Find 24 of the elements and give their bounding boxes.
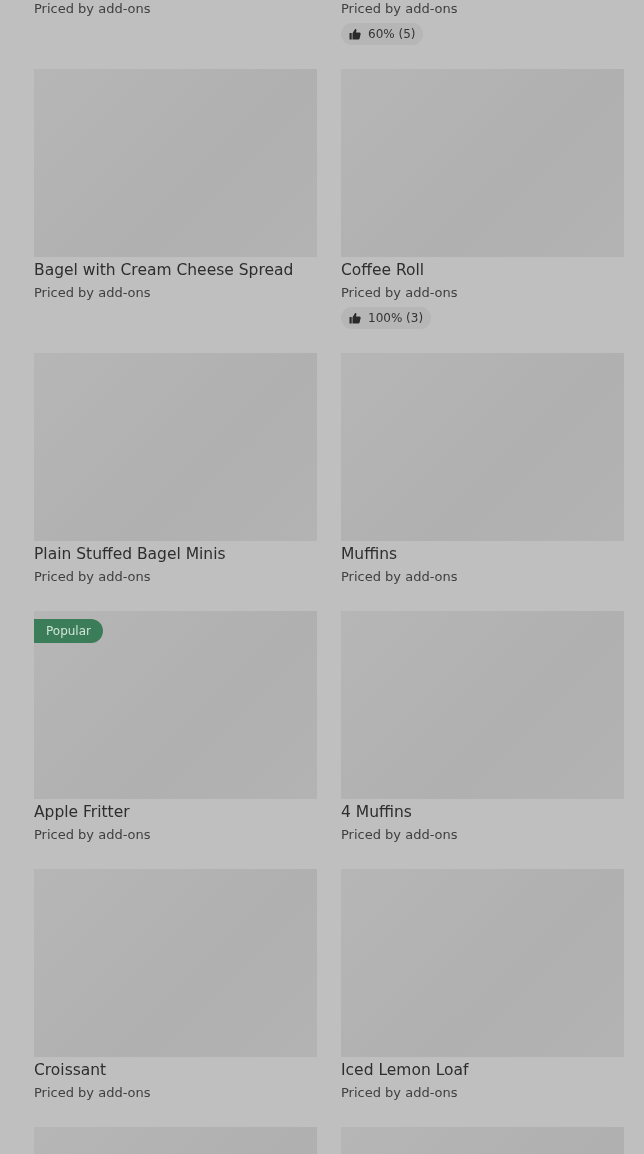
rating-chip: 60% (5) (341, 23, 424, 45)
image-placeholder[interactable]: Popular (34, 611, 317, 799)
item-name[interactable]: Coffee Roll (341, 259, 425, 281)
item-price: Priced by add-ons (34, 826, 151, 844)
item-name[interactable]: Muffins (341, 543, 398, 565)
item-name[interactable]: Apple Fritter (34, 801, 130, 823)
item-price: Priced by add-ons (341, 1084, 458, 1102)
item-price: Priced by add-ons (34, 1084, 151, 1102)
item-name[interactable]: Bagel with Cream Cheese Spread (34, 259, 294, 281)
item-price: Priced by add-ons (34, 0, 151, 18)
item-name[interactable]: 4 Muffins (341, 801, 412, 823)
thumbs-up-icon (349, 28, 361, 40)
item-price: Priced by add-ons (341, 0, 458, 18)
item-name[interactable]: Croissant (34, 1059, 107, 1081)
item-price: Priced by add-ons (341, 568, 458, 586)
popular-badge: Popular (34, 619, 103, 643)
thumbs-up-icon (349, 312, 361, 324)
item-name[interactable]: Plain Stuffed Bagel Minis (34, 543, 226, 565)
item-price: Priced by add-ons (34, 568, 151, 586)
item-price: Priced by add-ons (341, 284, 458, 302)
item-price: Priced by add-ons (34, 284, 151, 302)
item-name[interactable]: Iced Lemon Loaf (341, 1059, 469, 1081)
item-price: Priced by add-ons (341, 826, 458, 844)
rating-chip: 100% (3) (341, 307, 432, 329)
